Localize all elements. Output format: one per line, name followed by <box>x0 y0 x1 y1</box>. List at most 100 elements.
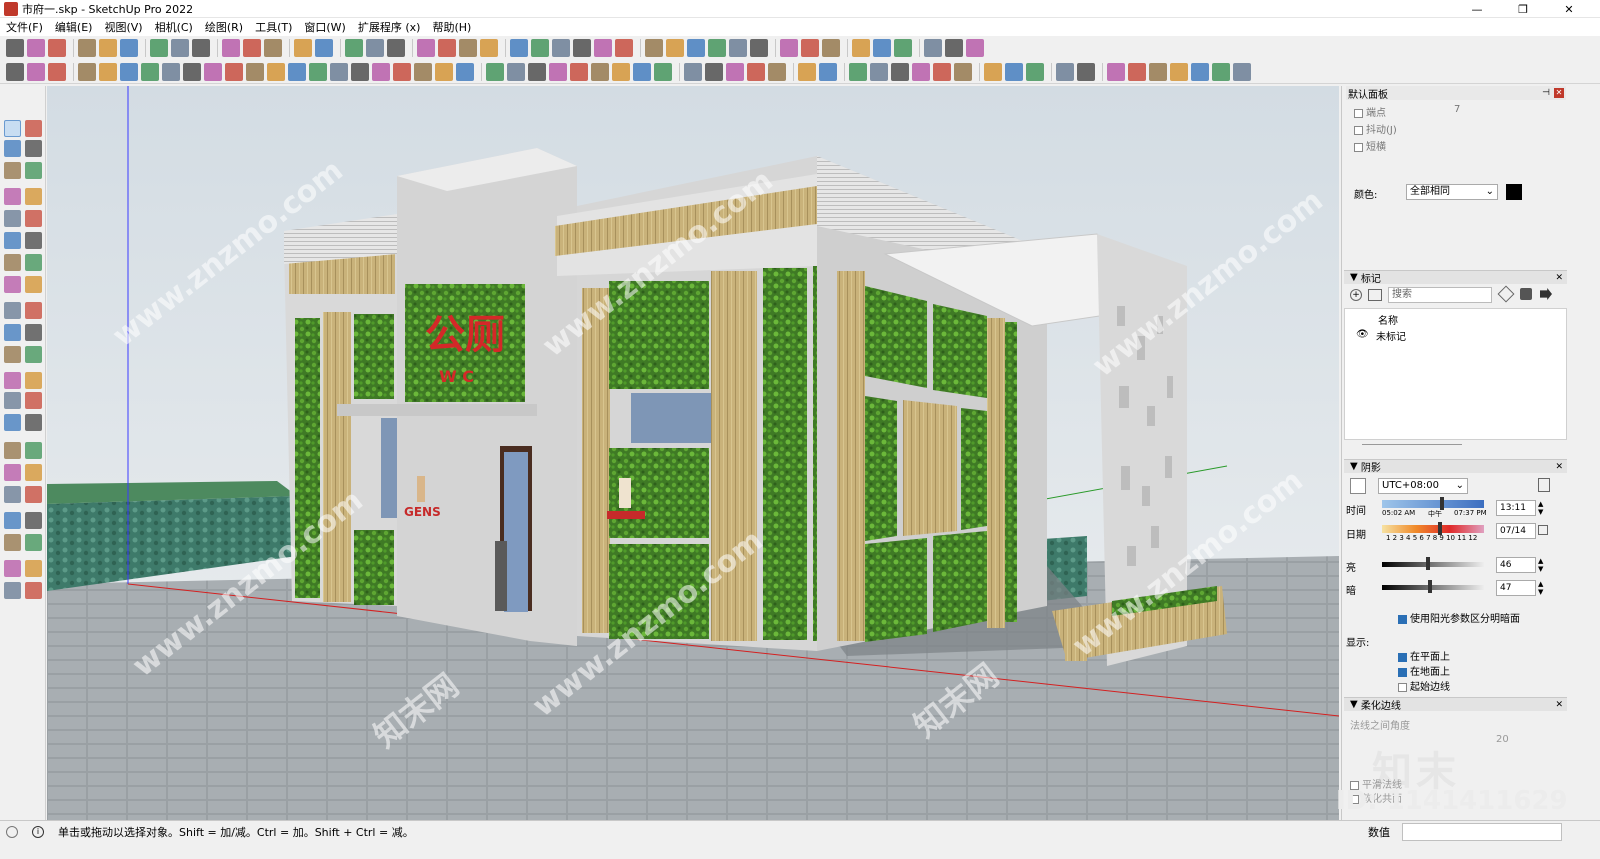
toolbar1-tool-icon-14[interactable] <box>315 39 333 57</box>
toolbar2-tool-icon-56[interactable] <box>1233 62 1251 81</box>
toolbar1-tool-icon-42[interactable] <box>966 39 984 57</box>
3d-viewport[interactable]: 公厕 W C GENS www.znzmo.com www.znzmo.com … <box>47 86 1339 820</box>
on-faces-checkbox[interactable] <box>1398 652 1407 662</box>
toolbar2-tool-icon-39[interactable] <box>849 62 867 81</box>
toolbar2-tool-icon-54[interactable] <box>1191 62 1209 81</box>
toolbar2-tool-icon-36[interactable] <box>768 62 786 81</box>
left-tool-icon-23[interactable] <box>4 372 21 389</box>
toolbar2-tool-icon-12[interactable] <box>246 62 264 81</box>
left-tool-icon-9[interactable] <box>4 210 21 227</box>
toolbar2-tool-icon-23[interactable] <box>486 62 504 81</box>
shadows-close-icon[interactable]: ✕ <box>1555 462 1563 472</box>
toolbar2-tool-icon-17[interactable] <box>351 62 369 81</box>
toolbar2-tool-icon-5[interactable] <box>99 62 117 81</box>
dark-slider[interactable] <box>1382 585 1484 590</box>
toolbar2-tool-icon-2[interactable] <box>27 62 45 81</box>
maximize-button[interactable]: ❐ <box>1500 0 1546 18</box>
menu-draw[interactable]: 绘图(R) <box>199 19 249 35</box>
toolbar1-tool-icon-27[interactable] <box>615 39 633 57</box>
left-tool-icon-8[interactable] <box>25 188 42 205</box>
light-input[interactable]: 46 <box>1496 557 1536 573</box>
toolbar1-tool-icon-41[interactable] <box>945 39 963 57</box>
toolbar1-tool-icon-12[interactable] <box>264 39 282 57</box>
calendar-icon[interactable] <box>1538 525 1548 535</box>
left-tool-icon-16[interactable] <box>25 276 42 293</box>
toolbar2-tool-icon-44[interactable] <box>954 62 972 81</box>
minimize-button[interactable]: — <box>1454 0 1500 18</box>
left-tool-icon-17[interactable] <box>4 302 21 319</box>
toolbar1-tool-icon-31[interactable] <box>708 39 726 57</box>
soften-close-icon[interactable]: ✕ <box>1555 700 1563 710</box>
light-slider[interactable] <box>1382 562 1484 567</box>
toolbar1-tool-icon-5[interactable] <box>99 39 117 57</box>
timezone-select[interactable]: UTC+08:00 ⌄ <box>1378 478 1468 494</box>
time-spinner[interactable]: ▲ ▼ <box>1538 500 1543 516</box>
toolbar1-tool-icon-29[interactable] <box>666 39 684 57</box>
left-tool-icon-5[interactable] <box>4 162 21 179</box>
left-tool-icon-13[interactable] <box>4 254 21 271</box>
add-folder-icon[interactable] <box>1368 289 1382 301</box>
shadow-options-icon[interactable] <box>1538 478 1550 492</box>
left-tool-icon-42[interactable] <box>25 582 42 599</box>
toolbar2-tool-icon-21[interactable] <box>435 62 453 81</box>
date-input[interactable]: 07/14 <box>1496 523 1536 539</box>
left-tool-icon-1[interactable] <box>4 120 21 137</box>
left-tool-icon-12[interactable] <box>25 232 42 249</box>
toolbar2-tool-icon-14[interactable] <box>288 62 306 81</box>
toolbar1-tool-icon-3[interactable] <box>48 39 66 57</box>
toolbar1-tool-icon-36[interactable] <box>822 39 840 57</box>
add-tag-icon[interactable]: + <box>1350 289 1362 301</box>
toolbar2-tool-icon-19[interactable] <box>393 62 411 81</box>
toolbar2-tool-icon-18[interactable] <box>372 62 390 81</box>
pin-icon[interactable]: ⊣ <box>1542 88 1550 98</box>
toolbar1-tool-icon-1[interactable] <box>6 39 24 57</box>
toolbar1-tool-icon-9[interactable] <box>192 39 210 57</box>
toolbar1-tool-icon-6[interactable] <box>120 39 138 57</box>
left-tool-icon-6[interactable] <box>25 162 42 179</box>
tags-header[interactable]: ▼ 标记 ✕ <box>1344 270 1567 285</box>
toolbar1-tool-icon-20[interactable] <box>459 39 477 57</box>
on-faces-row[interactable]: 在平面上 <box>1398 648 1450 663</box>
date-slider[interactable] <box>1382 525 1484 533</box>
toolbar2-tool-icon-31[interactable] <box>654 62 672 81</box>
toolbar1-tool-icon-22[interactable] <box>510 39 528 57</box>
menu-help[interactable]: 帮助(H) <box>426 19 477 35</box>
toolbar1-tool-icon-26[interactable] <box>594 39 612 57</box>
toolbar2-tool-icon-32[interactable] <box>684 62 702 81</box>
measurements-input[interactable] <box>1402 822 1562 841</box>
toolbar1-tool-icon-39[interactable] <box>894 39 912 57</box>
toolbar2-tool-icon-8[interactable] <box>162 62 180 81</box>
left-tool-icon-35[interactable] <box>4 512 21 529</box>
tag-details-icon[interactable] <box>1540 288 1552 300</box>
menu-tools[interactable]: 工具(T) <box>249 19 298 35</box>
toolbar2-tool-icon-10[interactable] <box>204 62 222 81</box>
toolbar2-tool-icon-35[interactable] <box>747 62 765 81</box>
left-tool-icon-39[interactable] <box>4 560 21 577</box>
left-tool-icon-19[interactable] <box>4 324 21 341</box>
dark-slider-thumb[interactable] <box>1428 580 1432 593</box>
toolbar2-tool-icon-7[interactable] <box>141 62 159 81</box>
tags-scrollbar[interactable] <box>1362 444 1462 445</box>
toolbar2-tool-icon-46[interactable] <box>1005 62 1023 81</box>
jitter-row[interactable]: 抖动(J) <box>1354 121 1397 136</box>
toolbar1-tool-icon-24[interactable] <box>552 39 570 57</box>
left-tool-icon-34[interactable] <box>25 486 42 503</box>
toolbar2-tool-icon-48[interactable] <box>1056 62 1074 81</box>
left-tool-icon-20[interactable] <box>25 324 42 341</box>
info-icon[interactable]: i <box>32 825 44 838</box>
geolocation-icon[interactable] <box>6 825 18 838</box>
toolbar1-tool-icon-11[interactable] <box>243 39 261 57</box>
on-ground-checkbox[interactable] <box>1398 667 1407 677</box>
left-tool-icon-41[interactable] <box>4 582 21 599</box>
left-tool-icon-36[interactable] <box>25 512 42 529</box>
toolbar2-tool-icon-29[interactable] <box>612 62 630 81</box>
on-ground-row[interactable]: 在地面上 <box>1398 663 1450 678</box>
left-tool-icon-25[interactable] <box>4 392 21 409</box>
toolbar1-tool-icon-7[interactable] <box>150 39 168 57</box>
dashes-checkbox[interactable] <box>1354 142 1363 152</box>
untagged-item[interactable]: 未标记 <box>1376 328 1406 343</box>
left-tool-icon-2[interactable] <box>25 120 42 137</box>
light-spinner[interactable]: ▲ ▼ <box>1538 557 1543 573</box>
tag-color-icon[interactable] <box>1520 288 1532 300</box>
toolbar2-tool-icon-28[interactable] <box>591 62 609 81</box>
